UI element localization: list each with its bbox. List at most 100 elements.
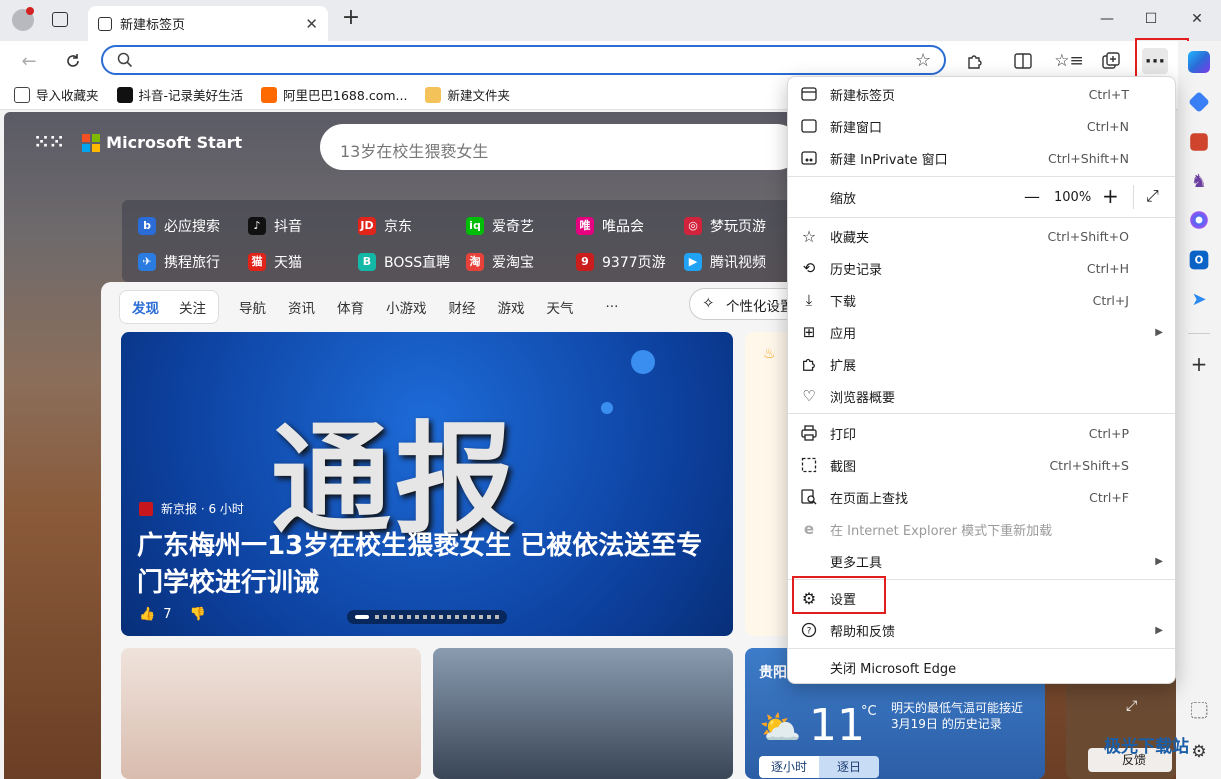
hourly-button[interactable]: 逐小时 <box>759 756 819 778</box>
shopping-tag-icon[interactable] <box>1188 91 1210 113</box>
address-input[interactable] <box>143 51 903 71</box>
minimize-icon[interactable]: — <box>1096 8 1118 30</box>
profile-avatar-icon[interactable] <box>12 7 34 31</box>
favorites-icon[interactable]: ☆≡ <box>1054 48 1083 74</box>
apps-grid-icon[interactable]: ⁙⁙ <box>34 132 64 153</box>
vip-icon: 唯 <box>576 217 594 235</box>
shortcut: Ctrl+T <box>1088 86 1129 102</box>
site-iqiyi[interactable]: iq 爱奇艺 <box>466 216 534 236</box>
site-boss[interactable]: B BOSS直聘 <box>358 252 450 272</box>
menu-downloads[interactable]: ⤓ 下载 Ctrl+J <box>788 284 1175 316</box>
split-screen-icon[interactable] <box>1010 48 1036 74</box>
favorite-star-icon[interactable]: ☆ <box>915 50 931 71</box>
zoom-in-button[interactable]: + <box>1102 184 1119 208</box>
menu-zoom: 缩放 — 100% + ⤢ <box>830 184 1159 209</box>
menu-favorites[interactable]: ☆ 收藏夹 Ctrl+Shift+O <box>788 220 1175 252</box>
add-sidebar-icon[interactable]: + <box>1188 353 1210 375</box>
extensions-icon <box>800 355 818 373</box>
site-ctrip[interactable]: ✈ 携程旅行 <box>138 252 220 272</box>
svg-text:?: ? <box>807 627 812 637</box>
fav-douyin[interactable]: 抖音-记录美好生活 <box>116 85 243 104</box>
new-tab-button[interactable]: + <box>340 7 362 30</box>
page-search-box[interactable]: 13岁在校生猥亵女生 <box>320 124 800 170</box>
menu-close-edge[interactable]: 关闭 Microsoft Edge <box>788 651 1175 683</box>
refresh-icon[interactable] <box>60 48 86 74</box>
tab-new-tab[interactable]: 新建标签页 ✕ <box>88 6 328 41</box>
thumbs-up-icon[interactable]: 👍 <box>139 607 155 622</box>
site-tmall[interactable]: 猫天猫 <box>248 252 302 272</box>
screenshot-sidebar-icon[interactable] <box>1190 701 1208 719</box>
send-icon[interactable]: ➤ <box>1188 289 1210 311</box>
menu-browser-essentials[interactable]: ♡ 浏览器概要 <box>788 380 1175 412</box>
nav-item[interactable]: 小游戏 <box>386 297 427 317</box>
weather-temp: 11 <box>809 700 865 751</box>
menu-new-window[interactable]: 新建窗口 Ctrl+N <box>788 110 1175 142</box>
microsoft-start-logo[interactable]: ⁙⁙ Microsoft Start <box>34 132 242 153</box>
source-logo-icon <box>139 501 153 516</box>
m365-icon[interactable] <box>1190 211 1208 229</box>
site-douyin[interactable]: ♪ 抖音 <box>248 216 302 236</box>
tab-page-icon <box>98 16 112 31</box>
tab-close-icon[interactable]: ✕ <box>305 15 318 33</box>
back-icon[interactable]: ← <box>16 48 42 74</box>
heartbeat-icon: ♡ <box>802 387 816 405</box>
nav-more[interactable]: ··· <box>606 299 619 315</box>
weather-note[interactable]: 明天的最低气温可能接近 3月19日 的历史记录 <box>891 700 1027 732</box>
menu-inprivate[interactable]: 新建 InPrivate 窗口 Ctrl+Shift+N <box>788 142 1175 174</box>
menu-print[interactable]: 打印 Ctrl+P <box>788 417 1175 449</box>
site-vip[interactable]: 唯唯品会 <box>576 216 644 236</box>
games-chess-icon[interactable]: ♞ <box>1188 171 1210 193</box>
nav-item[interactable]: 体育 <box>337 297 364 317</box>
news-card-image[interactable] <box>121 648 421 779</box>
news-card-image[interactable] <box>433 648 733 779</box>
9377-icon: 9 <box>576 253 594 271</box>
workspaces-icon[interactable] <box>52 12 68 27</box>
site-tencent-video[interactable]: ▶ 腾讯视频 <box>684 252 766 272</box>
copilot-icon[interactable] <box>1188 51 1210 73</box>
inprivate-icon <box>800 149 818 167</box>
zoom-out-button[interactable]: — <box>1024 187 1040 206</box>
fav-1688[interactable]: 阿里巴巴1688.com... <box>261 85 407 104</box>
star-icon: ☆ <box>801 226 817 246</box>
menu-help-feedback[interactable]: ? 帮助和反馈 ▶ <box>788 614 1175 646</box>
tab-discover[interactable]: 发现 <box>132 297 159 317</box>
settings-sidebar-icon[interactable]: ⚙ <box>1188 741 1210 763</box>
carousel-indicator[interactable] <box>347 610 507 624</box>
collections-icon[interactable] <box>1098 48 1124 74</box>
expand-icon[interactable]: ⤢ <box>1126 698 1137 714</box>
fav-import[interactable]: 导入收藏夹 <box>14 85 99 104</box>
outlook-icon[interactable]: O <box>1189 250 1209 270</box>
extensions-puzzle-icon[interactable] <box>962 48 988 74</box>
nav-item[interactable]: 游戏 <box>498 297 525 317</box>
hero-title[interactable]: 广东梅州一13岁在校生猥亵女生 已被依法送至专门学校进行训诫 <box>137 528 727 602</box>
maximize-icon[interactable]: ☐ <box>1140 8 1162 30</box>
nav-item[interactable]: 财经 <box>449 297 476 317</box>
menu-more-tools[interactable]: 更多工具 ▶ <box>788 545 1175 577</box>
address-bar[interactable]: ☆ <box>101 45 946 75</box>
menu-screenshot[interactable]: 截图 Ctrl+Shift+S <box>788 449 1175 481</box>
site-9377[interactable]: 9 9377页游 <box>576 252 666 272</box>
nav-item[interactable]: 导航 <box>239 297 266 317</box>
site-mengwan[interactable]: ◎ 梦玩页游 <box>684 216 766 236</box>
nav-item[interactable]: 资讯 <box>288 297 315 317</box>
menu-new-tab[interactable]: 新建标签页 Ctrl+T <box>788 78 1175 110</box>
site-jd[interactable]: JD 京东 <box>358 216 412 236</box>
menu-history[interactable]: ⟲ 历史记录 Ctrl+H <box>788 252 1175 284</box>
site-aitaobao[interactable]: 淘爱淘宝 <box>466 252 534 272</box>
menu-find[interactable]: 在页面上查找 Ctrl+F <box>788 481 1175 513</box>
hero-card[interactable]: 通报 新京报 · 6 小时 广东梅州一13岁在校生猥亵女生 已被依法送至专门学校… <box>121 332 733 636</box>
menu-extensions[interactable]: 扩展 <box>788 348 1175 380</box>
quick-links: b 必应搜索 ♪ 抖音 JD 京东 iq 爱奇艺 唯唯品会 ◎ 梦玩页游 ✈ 携程旅行 猫天… <box>122 200 802 282</box>
tools-briefcase-icon[interactable] <box>1190 133 1208 151</box>
thumbs-down-icon[interactable]: 👎 <box>189 607 205 622</box>
site-bing[interactable]: b 必应搜索 <box>138 216 220 236</box>
import-icon <box>14 86 30 103</box>
nav-item[interactable]: 天气 <box>547 297 574 317</box>
folder-icon <box>425 86 442 103</box>
menu-apps[interactable]: ⊞ 应用 ▶ <box>788 316 1175 348</box>
tab-follow[interactable]: 关注 <box>179 297 206 317</box>
fav-new-folder[interactable]: 新建文件夹 <box>425 85 510 104</box>
daily-button[interactable]: 逐日 <box>819 756 879 778</box>
fullscreen-icon[interactable]: ⤢ <box>1146 186 1159 206</box>
window-close-icon[interactable]: ✕ <box>1186 8 1208 30</box>
